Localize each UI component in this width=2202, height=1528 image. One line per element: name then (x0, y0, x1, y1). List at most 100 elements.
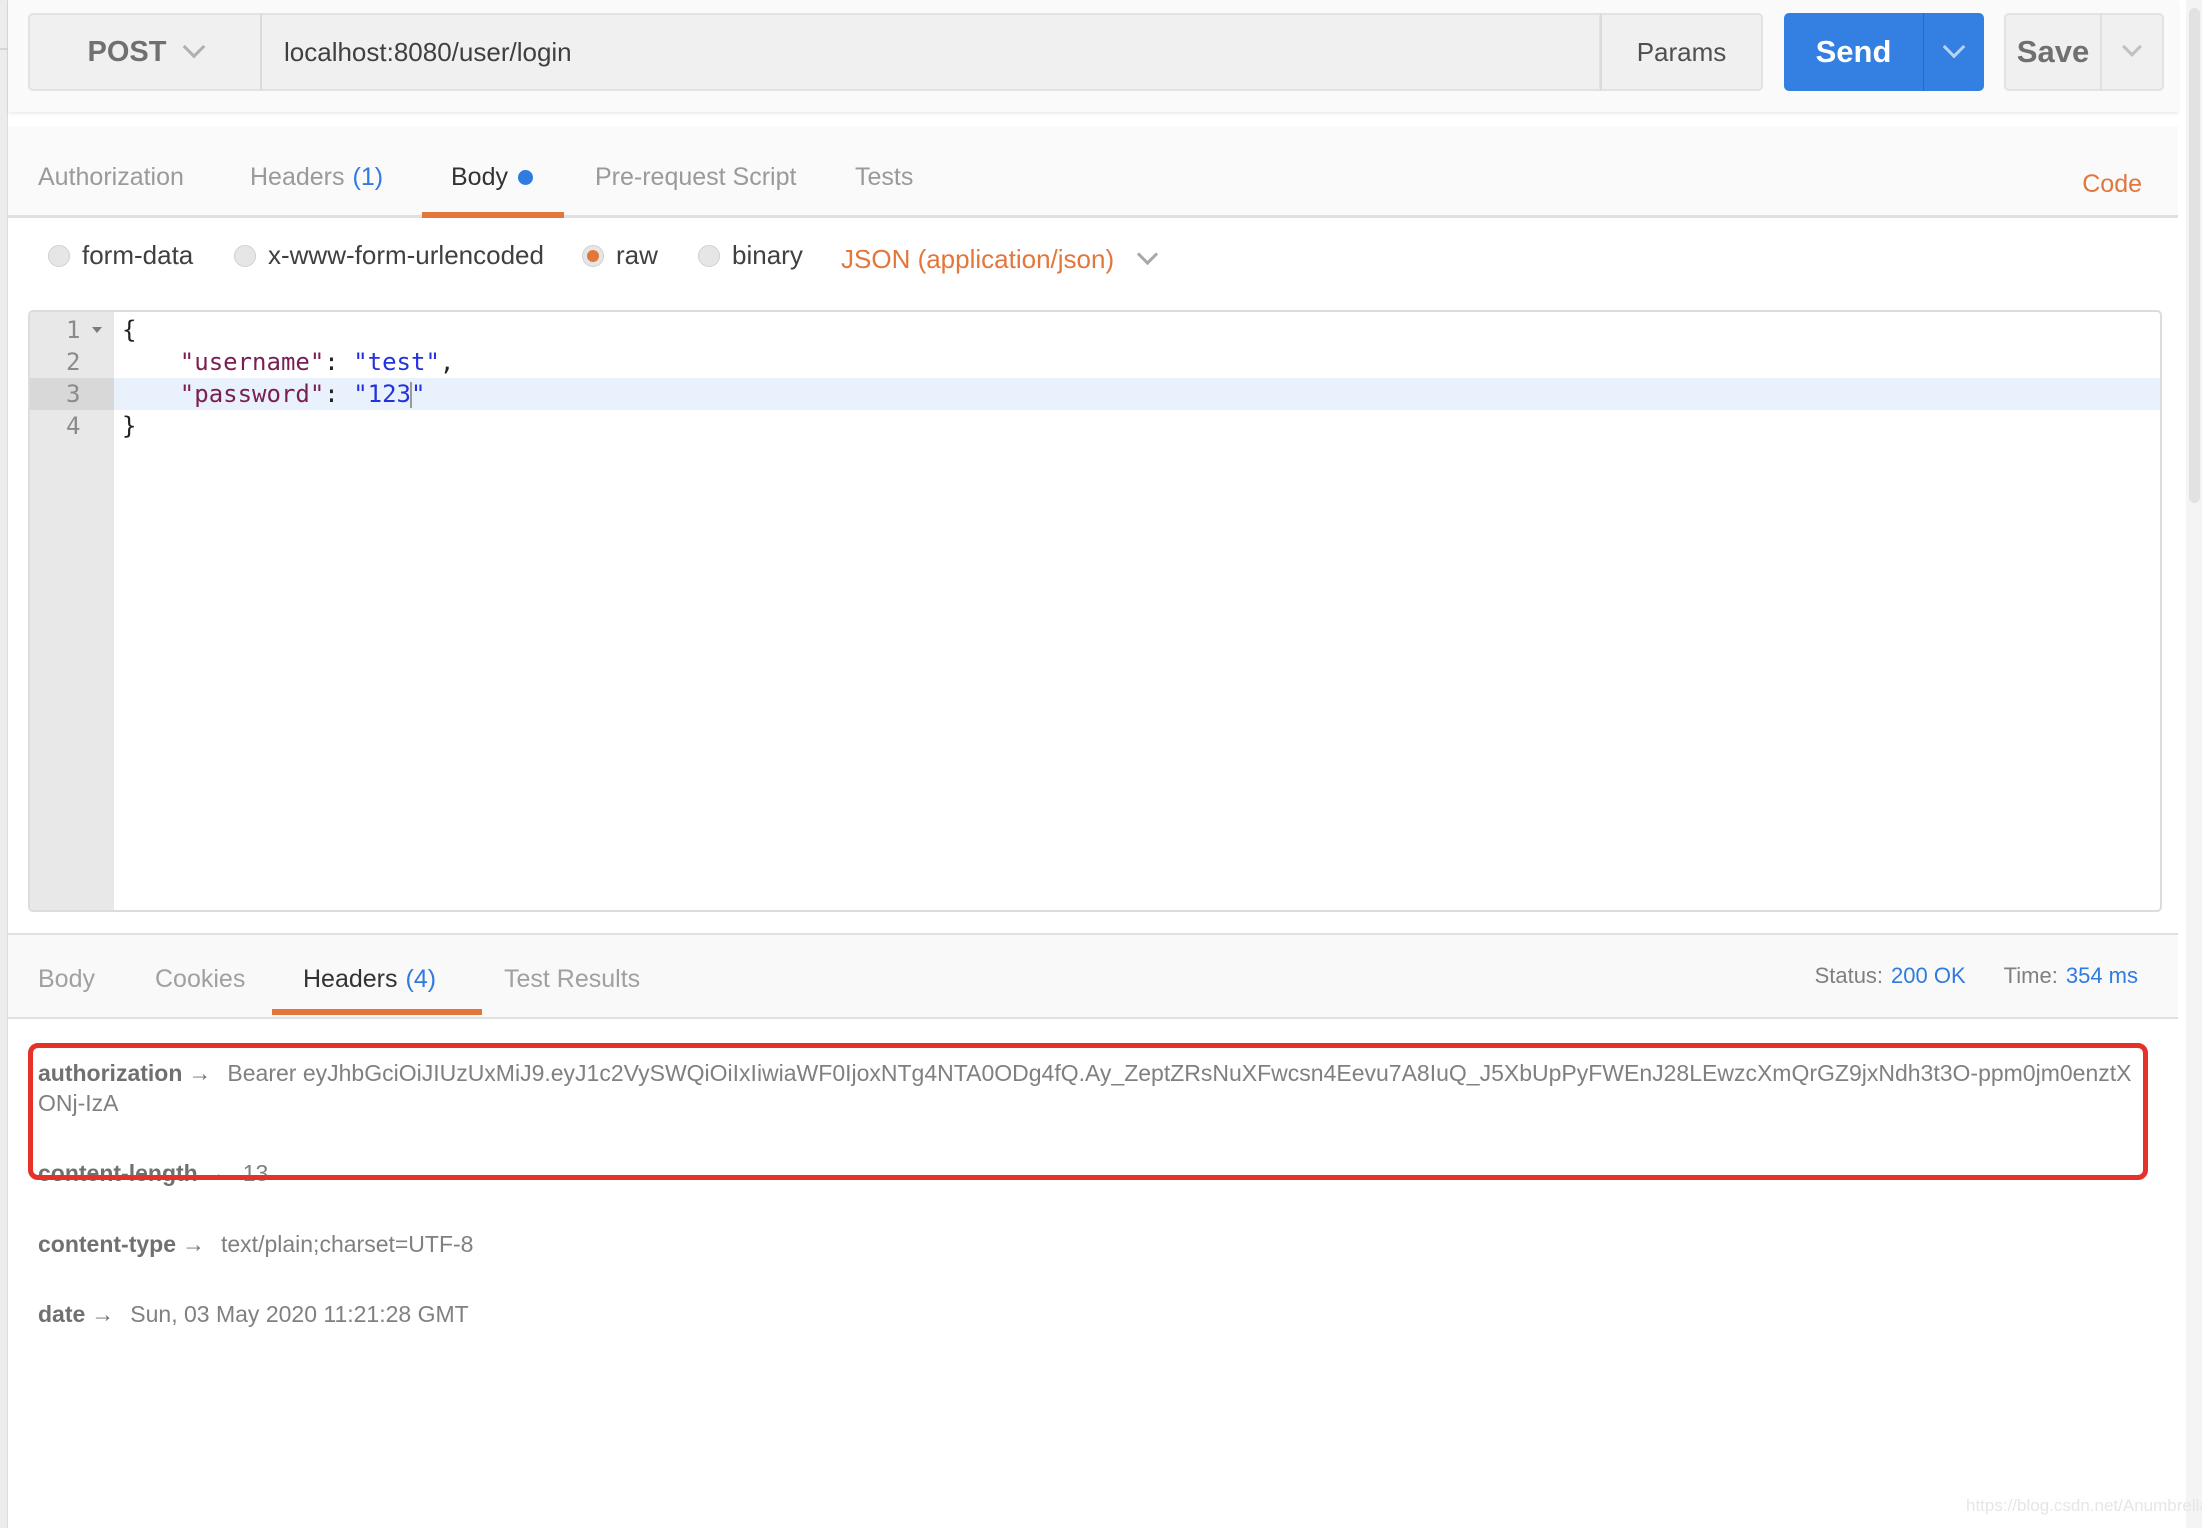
sidebar-edge (0, 0, 8, 1528)
response-tab-test-results[interactable]: Test Results (504, 935, 640, 1017)
header-row-date: date → Sun, 03 May 2020 11:21:28 GMT (38, 1299, 2148, 1329)
radio-form-data[interactable]: form-data (48, 240, 193, 271)
radio-x-www-form-urlencoded[interactable]: x-www-form-urlencoded (234, 240, 544, 271)
tab-label: Body (38, 964, 95, 993)
header-row-authorization: authorization → Bearer eyJhbGciOiJIUzUxMiJ… (38, 1058, 2148, 1118)
content-type-label: JSON (application/json) (841, 244, 1115, 274)
chevron-down-icon (1137, 243, 1159, 266)
arrow-right-icon: → (203, 1160, 227, 1186)
tab-label: Test Results (504, 964, 641, 993)
radio-label: form-data (82, 240, 194, 270)
response-tab-body[interactable]: Body (38, 935, 95, 1017)
send-button[interactable]: Send (1784, 13, 1924, 91)
header-value: 13 (242, 1160, 269, 1186)
line-number: 2 (66, 348, 81, 376)
params-button[interactable]: Params (1600, 13, 1763, 91)
status-value[interactable]: 200 OK (1891, 963, 1966, 989)
header-row-content-length: content-length → 13 (38, 1158, 2148, 1188)
header-row-content-type: content-type → text/plain;charset=UTF-8 (38, 1229, 2148, 1259)
code-text: { (122, 314, 136, 346)
tab-label: Headers (250, 162, 345, 191)
tab-count: (4) (405, 964, 437, 993)
line-number: 4 (66, 412, 81, 440)
editor-line[interactable]: 3 "password": "123" (30, 378, 2160, 410)
tab-pre-request-script[interactable]: Pre-request Script (595, 126, 796, 218)
editor-line[interactable]: 4} (30, 410, 2160, 442)
response-tab-headers[interactable]: Headers (4) (303, 935, 436, 1017)
radio-label: x-www-form-urlencoded (268, 240, 544, 270)
status-label: Status: (1814, 963, 1884, 988)
header-value: Bearer eyJhbGciOiJIUzUxMiJ9.eyJ1c2VySWQi… (38, 1060, 2132, 1116)
request-tabs: Authorization Headers (1) Body Pre-reque… (8, 126, 2178, 218)
json-punctuation: : (324, 348, 354, 376)
tab-label: Authorization (38, 162, 184, 191)
chevron-down-icon (2122, 37, 2142, 57)
body-type-options: form-data x-www-form-urlencoded raw bina… (8, 218, 2178, 298)
chevron-down-icon (1942, 35, 1966, 59)
json-punctuation (122, 380, 180, 408)
line-number: 3 (30, 378, 114, 410)
radio-raw[interactable]: raw (582, 240, 658, 271)
time-value[interactable]: 354 ms (2066, 963, 2138, 989)
save-button[interactable]: Save (2006, 15, 2102, 89)
method-dropdown[interactable]: POST (28, 13, 260, 91)
tab-body[interactable]: Body (451, 126, 533, 218)
tab-label: Pre-request Script (595, 162, 797, 191)
modified-dot-icon (517, 169, 533, 185)
send-button-group: Send (1784, 13, 1984, 91)
json-string: " (411, 380, 426, 408)
url-input[interactable] (260, 13, 1601, 91)
header-key: content-length (38, 1160, 198, 1186)
arrow-right-icon: → (182, 1231, 205, 1257)
radio-button[interactable] (48, 244, 70, 267)
response-tab-cookies[interactable]: Cookies (155, 935, 245, 1017)
tab-label: Cookies (155, 964, 246, 993)
json-string: "test" (353, 348, 440, 376)
json-punctuation: , (439, 348, 455, 376)
header-value: text/plain;charset=UTF-8 (221, 1231, 474, 1257)
json-key: "password" (179, 380, 325, 408)
code-text: "username": "test", (122, 346, 455, 378)
tab-tests[interactable]: Tests (855, 126, 913, 218)
json-punctuation: { (122, 316, 137, 344)
response-tabs: Body Cookies Headers (4) Test Results St… (8, 933, 2178, 1019)
tab-label: Headers (303, 964, 398, 993)
radio-binary[interactable]: binary (698, 240, 803, 271)
active-tab-indicator (272, 1009, 482, 1015)
time-label: Time: (2003, 963, 2058, 988)
save-options-button[interactable] (2102, 15, 2162, 89)
arrow-right-icon: → (91, 1301, 115, 1327)
editor-line[interactable]: 1{ (30, 314, 2160, 346)
method-label: POST (87, 35, 167, 68)
code-link[interactable]: Code (2082, 170, 2142, 199)
tab-count: (1) (352, 162, 384, 191)
editor-line[interactable]: 2 "username": "test", (30, 346, 2160, 378)
header-value: Sun, 03 May 2020 11:21:28 GMT (130, 1301, 469, 1327)
header-key: content-type (38, 1231, 176, 1257)
watermark: https://blog.csdn.net/Anumbrella (1966, 1496, 2202, 1515)
radio-label: raw (616, 240, 658, 270)
sidebar-edge-divider (0, 48, 8, 50)
scrollbar-thumb[interactable] (2189, 8, 2200, 503)
json-key: "username" (179, 348, 325, 376)
radio-label: binary (732, 240, 803, 270)
radio-button[interactable] (698, 244, 720, 267)
fold-caret-icon[interactable] (92, 327, 102, 333)
radio-button-checked[interactable] (582, 244, 604, 267)
tab-authorization[interactable]: Authorization (38, 126, 184, 218)
tab-label: Body (451, 162, 508, 191)
tab-label: Tests (855, 162, 914, 191)
radio-button[interactable] (234, 244, 256, 267)
content-type-dropdown[interactable]: JSON (application/json) (841, 243, 1159, 275)
json-punctuation: : (324, 380, 354, 408)
save-button-group: Save (2004, 13, 2164, 91)
body-editor[interactable]: 1{2 "username": "test", 3 "password": "12… (28, 310, 2162, 912)
arrow-right-icon: → (188, 1060, 212, 1086)
code-text: "password": "123" (122, 378, 425, 410)
chevron-down-icon (183, 35, 206, 59)
code-text: } (122, 410, 136, 442)
send-options-button[interactable] (1924, 13, 1984, 91)
header-key: date (38, 1301, 86, 1327)
response-status: Status: 200 OK Time: 354 ms (1815, 963, 2138, 989)
tab-headers[interactable]: Headers (1) (250, 126, 383, 218)
